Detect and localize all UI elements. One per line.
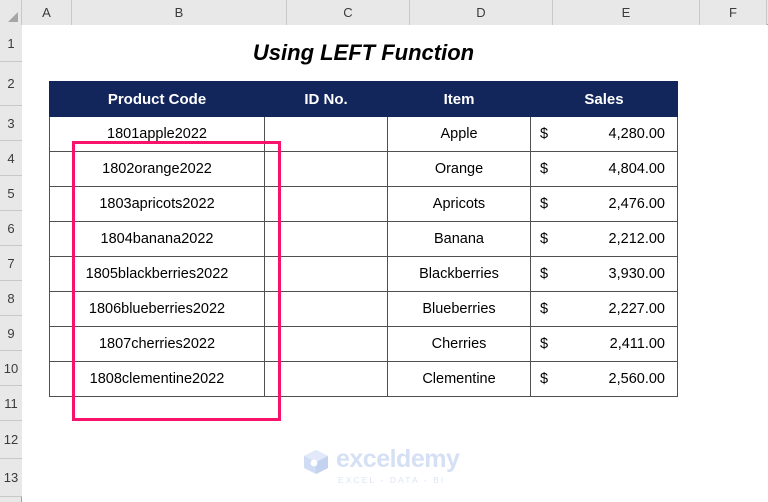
column-header-strip: A B C D E F bbox=[0, 0, 768, 25]
currency-symbol: $ bbox=[540, 196, 549, 212]
cell-item[interactable]: Apricots bbox=[387, 186, 531, 222]
cell-id-no[interactable] bbox=[264, 326, 388, 362]
spreadsheet-canvas: A B C D E F 1 2 3 4 5 6 7 8 9 10 11 12 1… bbox=[0, 0, 768, 502]
sales-amount: 4,280.00 bbox=[608, 126, 665, 142]
row-header-1[interactable]: 1 bbox=[0, 25, 22, 62]
sales-amount: 2,212.00 bbox=[608, 231, 665, 247]
row-header-strip: 1 2 3 4 5 6 7 8 9 10 11 12 13 bbox=[0, 25, 22, 502]
data-table: Product Code ID No. Item Sales 1801apple… bbox=[49, 81, 678, 397]
cell-id-no[interactable] bbox=[264, 151, 388, 187]
exceldemy-logo-icon bbox=[303, 449, 329, 475]
table-row: 1802orange2022 Orange $ 4,804.00 bbox=[49, 151, 678, 187]
currency-symbol: $ bbox=[540, 266, 549, 282]
table-row: 1801apple2022 Apple $ 4,280.00 bbox=[49, 116, 678, 152]
row-header-8[interactable]: 8 bbox=[0, 281, 22, 316]
table-row: 1805blackberries2022 Blackberries $ 3,93… bbox=[49, 256, 678, 292]
currency-symbol: $ bbox=[540, 231, 549, 247]
row-header-13[interactable]: 13 bbox=[0, 459, 22, 497]
row-header-9[interactable]: 9 bbox=[0, 316, 22, 351]
page-title: Using LEFT Function bbox=[252, 39, 475, 65]
cell-sales[interactable]: $ 2,227.00 bbox=[530, 291, 678, 327]
cell-item[interactable]: Blackberries bbox=[387, 256, 531, 292]
currency-symbol: $ bbox=[540, 336, 549, 352]
column-header-b[interactable]: B bbox=[72, 0, 287, 25]
column-header-e[interactable]: E bbox=[553, 0, 700, 25]
cell-id-no[interactable] bbox=[264, 361, 388, 397]
row-header-2[interactable]: 2 bbox=[0, 62, 22, 106]
sales-amount: 3,930.00 bbox=[608, 266, 665, 282]
cell-item[interactable]: Banana bbox=[387, 221, 531, 257]
sales-amount: 2,227.00 bbox=[608, 301, 665, 317]
select-all-triangle-icon bbox=[8, 12, 18, 22]
cell-item[interactable]: Blueberries bbox=[387, 291, 531, 327]
cell-id-no[interactable] bbox=[264, 186, 388, 222]
cell-product-code[interactable]: 1804banana2022 bbox=[49, 221, 265, 257]
sales-amount: 4,804.00 bbox=[608, 161, 665, 177]
cell-item[interactable]: Orange bbox=[387, 151, 531, 187]
watermark-brand: exceldemy bbox=[336, 445, 460, 473]
row-header-4[interactable]: 4 bbox=[0, 141, 22, 176]
table-row: 1804banana2022 Banana $ 2,212.00 bbox=[49, 221, 678, 257]
cell-sales[interactable]: $ 2,560.00 bbox=[530, 361, 678, 397]
cell-product-code[interactable]: 1803apricots2022 bbox=[49, 186, 265, 222]
currency-symbol: $ bbox=[540, 161, 549, 177]
exceldemy-watermark: exceldemy EXCEL - DATA - BI bbox=[303, 445, 460, 485]
column-header-c[interactable]: C bbox=[287, 0, 410, 25]
cell-product-code[interactable]: 1806blueberries2022 bbox=[49, 291, 265, 327]
row-header-12[interactable]: 12 bbox=[0, 421, 22, 459]
cell-id-no[interactable] bbox=[264, 256, 388, 292]
cell-id-no[interactable] bbox=[264, 221, 388, 257]
select-all-corner[interactable] bbox=[0, 0, 22, 25]
column-header-d[interactable]: D bbox=[410, 0, 553, 25]
row-header-10[interactable]: 10 bbox=[0, 351, 22, 386]
row-header-11[interactable]: 11 bbox=[0, 386, 22, 421]
row-header-5[interactable]: 5 bbox=[0, 176, 22, 211]
row-header-3[interactable]: 3 bbox=[0, 106, 22, 141]
cell-sales[interactable]: $ 2,212.00 bbox=[530, 221, 678, 257]
currency-symbol: $ bbox=[540, 126, 549, 142]
table-row: 1808clementine2022 Clementine $ 2,560.00 bbox=[49, 361, 678, 397]
table-row: 1803apricots2022 Apricots $ 2,476.00 bbox=[49, 186, 678, 222]
cell-id-no[interactable] bbox=[264, 291, 388, 327]
column-header-product-code: Product Code bbox=[49, 81, 265, 117]
column-header-item: Item bbox=[387, 81, 531, 117]
sales-amount: 2,411.00 bbox=[609, 336, 665, 352]
cell-item[interactable]: Apple bbox=[387, 116, 531, 152]
column-header-id-no: ID No. bbox=[264, 81, 388, 117]
row-header-7[interactable]: 7 bbox=[0, 246, 22, 281]
cell-id-no[interactable] bbox=[264, 116, 388, 152]
cell-item[interactable]: Clementine bbox=[387, 361, 531, 397]
sales-amount: 2,476.00 bbox=[608, 196, 665, 212]
cell-sales[interactable]: $ 2,476.00 bbox=[530, 186, 678, 222]
cell-product-code[interactable]: 1807cherries2022 bbox=[49, 326, 265, 362]
cell-sales[interactable]: $ 2,411.00 bbox=[530, 326, 678, 362]
column-header-a[interactable]: A bbox=[22, 0, 72, 25]
row-header-6[interactable]: 6 bbox=[0, 211, 22, 246]
cell-sales[interactable]: $ 4,280.00 bbox=[530, 116, 678, 152]
table-header-row: Product Code ID No. Item Sales bbox=[49, 81, 678, 117]
cell-sales[interactable]: $ 4,804.00 bbox=[530, 151, 678, 187]
column-header-f[interactable]: F bbox=[700, 0, 767, 25]
cell-item[interactable]: Cherries bbox=[387, 326, 531, 362]
cell-product-code[interactable]: 1808clementine2022 bbox=[49, 361, 265, 397]
column-header-sales: Sales bbox=[530, 81, 678, 117]
cell-sales[interactable]: $ 3,930.00 bbox=[530, 256, 678, 292]
cell-product-code[interactable]: 1805blackberries2022 bbox=[49, 256, 265, 292]
cell-product-code[interactable]: 1802orange2022 bbox=[49, 151, 265, 187]
table-row: 1807cherries2022 Cherries $ 2,411.00 bbox=[49, 326, 678, 362]
currency-symbol: $ bbox=[540, 301, 549, 317]
watermark-tagline: EXCEL - DATA - BI bbox=[338, 475, 446, 485]
sales-amount: 2,560.00 bbox=[608, 371, 665, 387]
table-row: 1806blueberries2022 Blueberries $ 2,227.… bbox=[49, 291, 678, 327]
currency-symbol: $ bbox=[540, 371, 549, 387]
cell-product-code[interactable]: 1801apple2022 bbox=[49, 116, 265, 152]
